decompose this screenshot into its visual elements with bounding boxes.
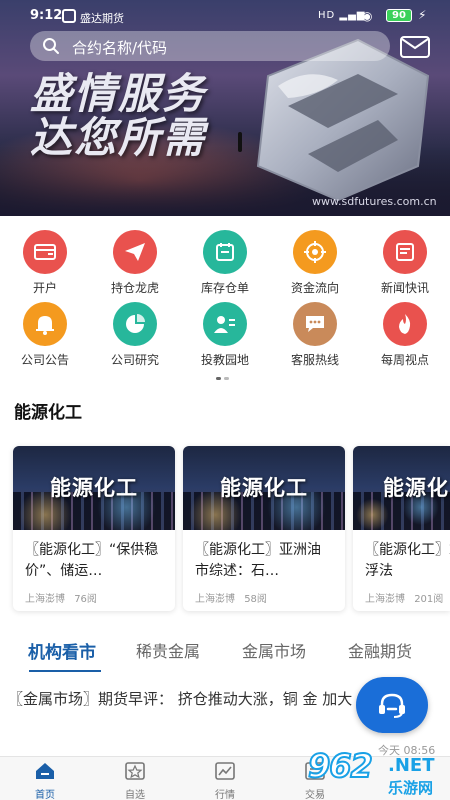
grid-item-label: 公司研究 xyxy=(110,353,159,367)
article-reads: 76阅 xyxy=(74,594,97,605)
nav-label: 首页 xyxy=(35,790,55,800)
home-icon xyxy=(36,763,54,779)
page-indicator xyxy=(216,365,232,384)
bell-icon xyxy=(23,302,67,346)
nav-label: 自选 xyxy=(125,790,145,800)
search-bar[interactable]: 合约名称/代码 xyxy=(30,31,390,61)
site-watermark: 962 .NET 乐游网 xyxy=(300,745,450,800)
charging-icon: ⚡ xyxy=(418,8,427,22)
grid-item-company-research[interactable]: 公司研究 xyxy=(90,294,180,367)
app-screen: 盛情服务 达您所需 www.sdfutures.com.cn 9:12 盛达期货… xyxy=(0,0,450,800)
banner-url: www.sdfutures.com.cn xyxy=(312,195,437,208)
grid-item-investor-education[interactable]: 投教园地 xyxy=(180,294,270,367)
watermark-site: 乐游网 xyxy=(388,779,434,797)
search-placeholder: 合约名称/代码 xyxy=(72,39,168,57)
calendar-icon xyxy=(203,230,247,274)
article-thumbnail: 能源化工 xyxy=(13,446,175,530)
grid-item-fund-flow[interactable]: 资金流向 xyxy=(270,222,360,295)
grid-item-warehouse-receipts[interactable]: 库存仓单 xyxy=(180,222,270,295)
signal-label: HD xyxy=(318,10,336,21)
grid-item-company-notice[interactable]: 公司公告 xyxy=(0,294,90,367)
nav-market[interactable]: 行情 xyxy=(195,761,255,800)
page-dot-active xyxy=(216,377,221,380)
feature-grid: 开户 持仓龙虎 库存仓单 资金流向 新闻快讯 公司公告 公司研究 投教园地 客服… xyxy=(0,222,450,372)
headset-icon xyxy=(379,693,405,718)
nav-home[interactable]: 首页 xyxy=(15,761,75,800)
nav-watchlist[interactable]: 自选 xyxy=(105,761,165,800)
grid-item-service-hotline[interactable]: 客服热线 xyxy=(270,294,360,367)
article-card[interactable]: 能源化 〖能源化工〗末国内浮法 上海澎博 201阅 xyxy=(353,446,450,611)
banner-slogan-line1: 盛情服务 xyxy=(30,69,207,118)
page-dot xyxy=(224,377,229,380)
status-bar: 9:12 盛达期货 HD ▂▄▆ ◉ 90 ⚡ xyxy=(0,0,450,30)
banner-slogan: 盛情服务 达您所需 xyxy=(30,72,206,160)
mail-icon[interactable] xyxy=(400,36,430,58)
target-icon xyxy=(293,230,337,274)
card-icon xyxy=(23,230,67,274)
tab-institution-view[interactable]: 机构看市 xyxy=(28,638,96,663)
tab-metals-market[interactable]: 金属市场 xyxy=(242,638,306,662)
watermark-brand: 962 xyxy=(307,746,374,786)
grid-item-label: 公司公告 xyxy=(20,353,69,367)
pie-icon xyxy=(113,302,157,346)
battery-icon: 90 xyxy=(386,9,412,22)
article-source: 上海澎博 xyxy=(25,594,65,605)
article-card[interactable]: 能源化工 〖能源化工〗“保供稳价”、储运… 上海澎博 76阅 xyxy=(13,446,175,611)
grid-item-position-ranking[interactable]: 持仓龙虎 xyxy=(90,222,180,295)
article-thumbnail: 能源化工 xyxy=(183,446,345,530)
tab-financial-futures[interactable]: 金融期货 xyxy=(348,638,412,662)
article-reads: 58阅 xyxy=(244,594,267,605)
status-time: 9:12 xyxy=(30,8,63,23)
article-source: 上海澎博 xyxy=(195,594,235,605)
article-meta: 上海澎博 76阅 xyxy=(13,584,175,611)
thumbnail-title: 能源化 xyxy=(383,476,449,500)
chat-icon xyxy=(293,302,337,346)
article-reads: 201阅 xyxy=(414,594,444,605)
grid-item-label: 每周视点 xyxy=(380,353,429,367)
wifi-icon: ◉ xyxy=(362,9,373,23)
signal-icon: HD ▂▄▆ xyxy=(318,10,366,21)
article-card[interactable]: 能源化工 〖能源化工〗亚洲油市综述：石… 上海澎博 58阅 xyxy=(183,446,345,611)
article-thumbnail: 能源化 xyxy=(353,446,450,530)
grid-item-weekly-view[interactable]: 每周视点 xyxy=(360,294,450,367)
thumbnail-title: 能源化工 xyxy=(50,476,138,500)
grid-item-open-account[interactable]: 开户 xyxy=(0,222,90,295)
banner-figure xyxy=(238,132,242,152)
section-title: 能源化工 xyxy=(14,403,82,423)
nav-label: 行情 xyxy=(215,790,235,800)
article-title: 〖能源化工〗亚洲油市综述：石… xyxy=(195,542,321,579)
star-icon xyxy=(125,762,145,780)
customer-support-button[interactable] xyxy=(356,677,428,733)
category-tabs: 机构看市 稀贵金属 金属市场 金融期货 xyxy=(0,638,450,672)
company-logo-sculpture xyxy=(256,38,430,202)
status-app-name: 盛达期货 xyxy=(80,12,124,25)
grid-item-news-flash[interactable]: 新闻快讯 xyxy=(360,222,450,295)
article-meta: 上海澎博 201阅 xyxy=(353,584,450,611)
tab-precious-metals[interactable]: 稀贵金属 xyxy=(136,638,200,662)
send-icon xyxy=(113,230,157,274)
article-title: 〖能源化工〗末国内浮法 xyxy=(365,542,450,579)
fire-icon xyxy=(383,302,427,346)
person-icon xyxy=(203,302,247,346)
chart-icon xyxy=(215,762,235,780)
news-icon xyxy=(383,230,427,274)
article-meta: 上海澎博 58阅 xyxy=(183,584,345,611)
app-notification-icon xyxy=(62,9,76,23)
search-icon xyxy=(43,38,59,54)
thumbnail-title: 能源化工 xyxy=(220,476,308,500)
watermark-suffix: .NET xyxy=(388,755,435,776)
active-tab-indicator xyxy=(29,670,101,672)
article-title: 〖能源化工〗“保供稳价”、储运… xyxy=(25,542,159,579)
grid-item-label: 客服热线 xyxy=(290,353,339,367)
banner-slogan-line2: 达您所需 xyxy=(30,113,207,162)
article-source: 上海澎博 xyxy=(365,594,405,605)
